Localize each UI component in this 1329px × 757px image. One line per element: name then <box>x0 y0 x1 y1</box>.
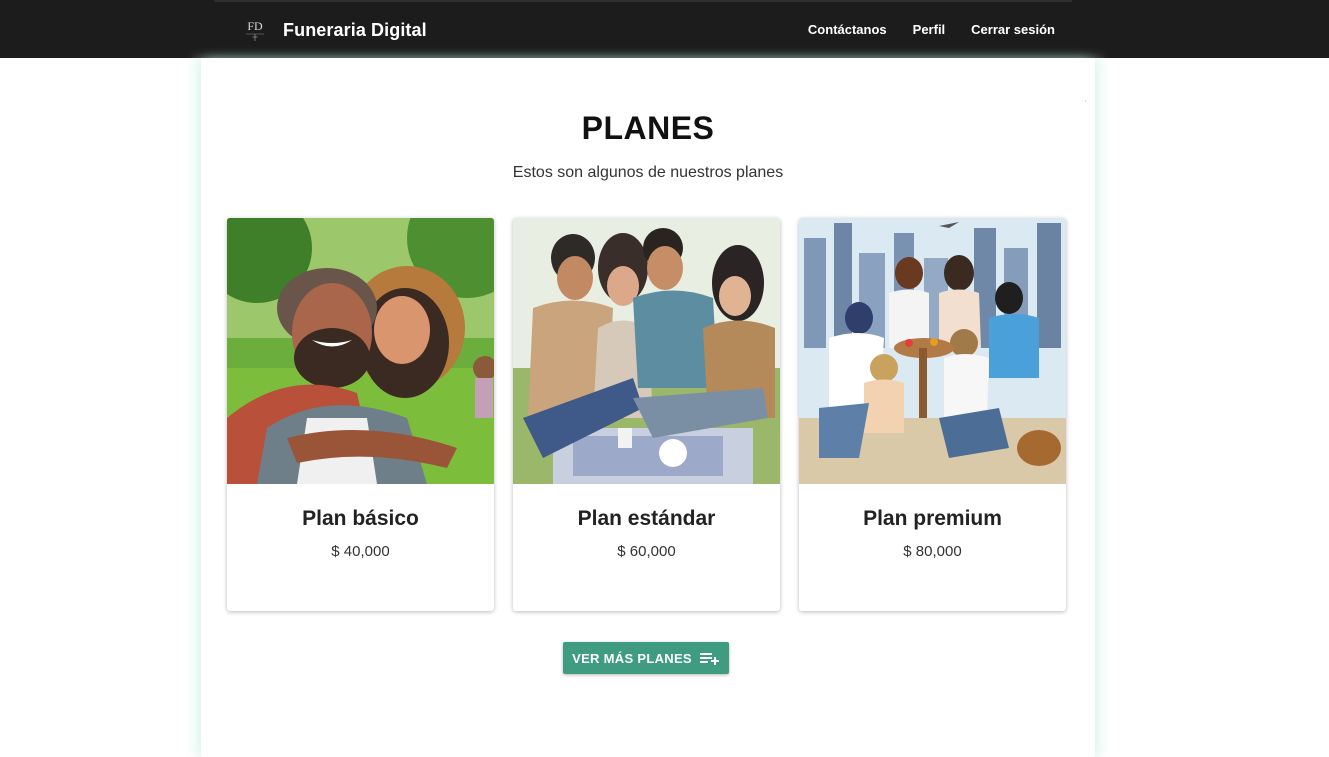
nav-contact-link[interactable]: Contáctanos <box>808 22 887 37</box>
plan-name: Plan básico <box>302 507 419 530</box>
playlist-add-icon <box>699 653 719 665</box>
plans-list: Plan básico $ 40,000 Plan estándar $ 60,… <box>227 218 1066 611</box>
navbar-top-line <box>214 0 1072 2</box>
plan-card-basic[interactable]: Plan básico $ 40,000 <box>227 218 494 611</box>
page-title: PLANES <box>581 110 715 146</box>
plan-name: Plan premium <box>863 507 1002 530</box>
page-subtitle: Estos son algunos de nuestros planes <box>512 164 784 181</box>
svg-text:FD: FD <box>247 19 263 33</box>
plan-image-couple <box>227 218 494 484</box>
nav-logout-link[interactable]: Cerrar sesión <box>971 22 1055 37</box>
see-more-plans-label: VER MÁS PLANES <box>572 650 692 666</box>
plan-name: Plan estándar <box>577 507 716 530</box>
plan-price: $ 60,000 <box>617 543 676 560</box>
plan-card-standard[interactable]: Plan estándar $ 60,000 <box>513 218 780 611</box>
scrollbar-hint <box>1085 100 1086 102</box>
plan-image-picnic <box>513 218 780 484</box>
brand-home-link[interactable]: FD Funeraria Digital <box>240 14 427 46</box>
plan-image-rooftop-party <box>799 218 1066 484</box>
main-content: PLANES Estos son algunos de nuestros pla… <box>201 58 1095 757</box>
brand-name: Funeraria Digital <box>283 19 427 40</box>
nav-links: Contáctanos Perfil Cerrar sesión <box>782 22 1055 37</box>
top-navbar: FD Funeraria Digital Contáctanos Perfil … <box>0 0 1329 58</box>
plan-price: $ 40,000 <box>331 543 390 560</box>
logo-icon: FD <box>246 19 264 41</box>
brand-logo: FD <box>240 15 270 45</box>
plan-card-premium[interactable]: Plan premium $ 80,000 <box>799 218 1066 611</box>
nav-profile-link[interactable]: Perfil <box>913 22 946 37</box>
plan-price: $ 80,000 <box>903 543 962 560</box>
see-more-plans-button[interactable]: VER MÁS PLANES <box>563 642 729 674</box>
